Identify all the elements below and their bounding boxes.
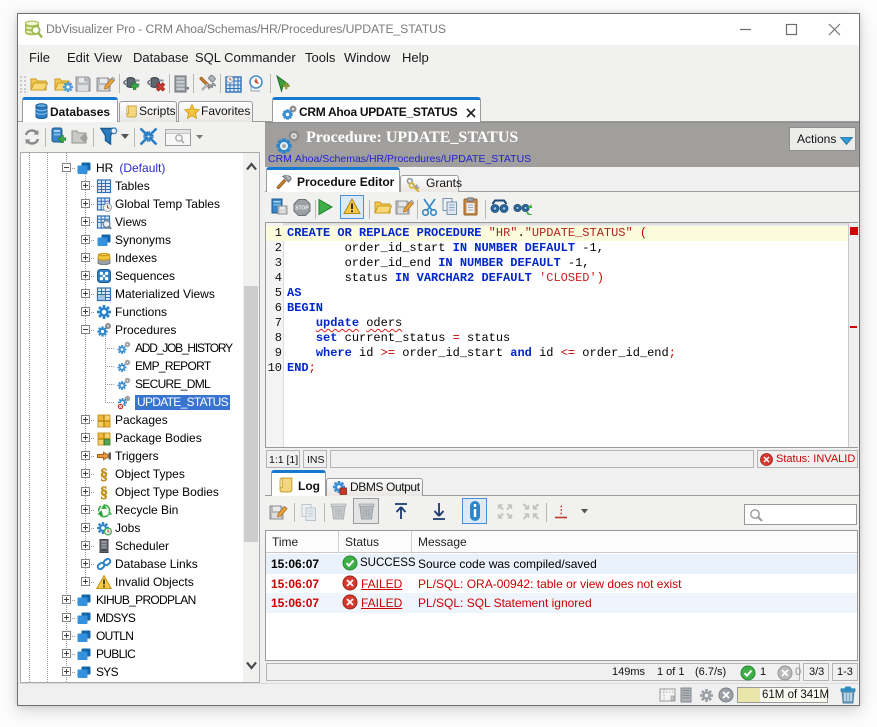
svg-text:STOP: STOP: [295, 206, 309, 212]
